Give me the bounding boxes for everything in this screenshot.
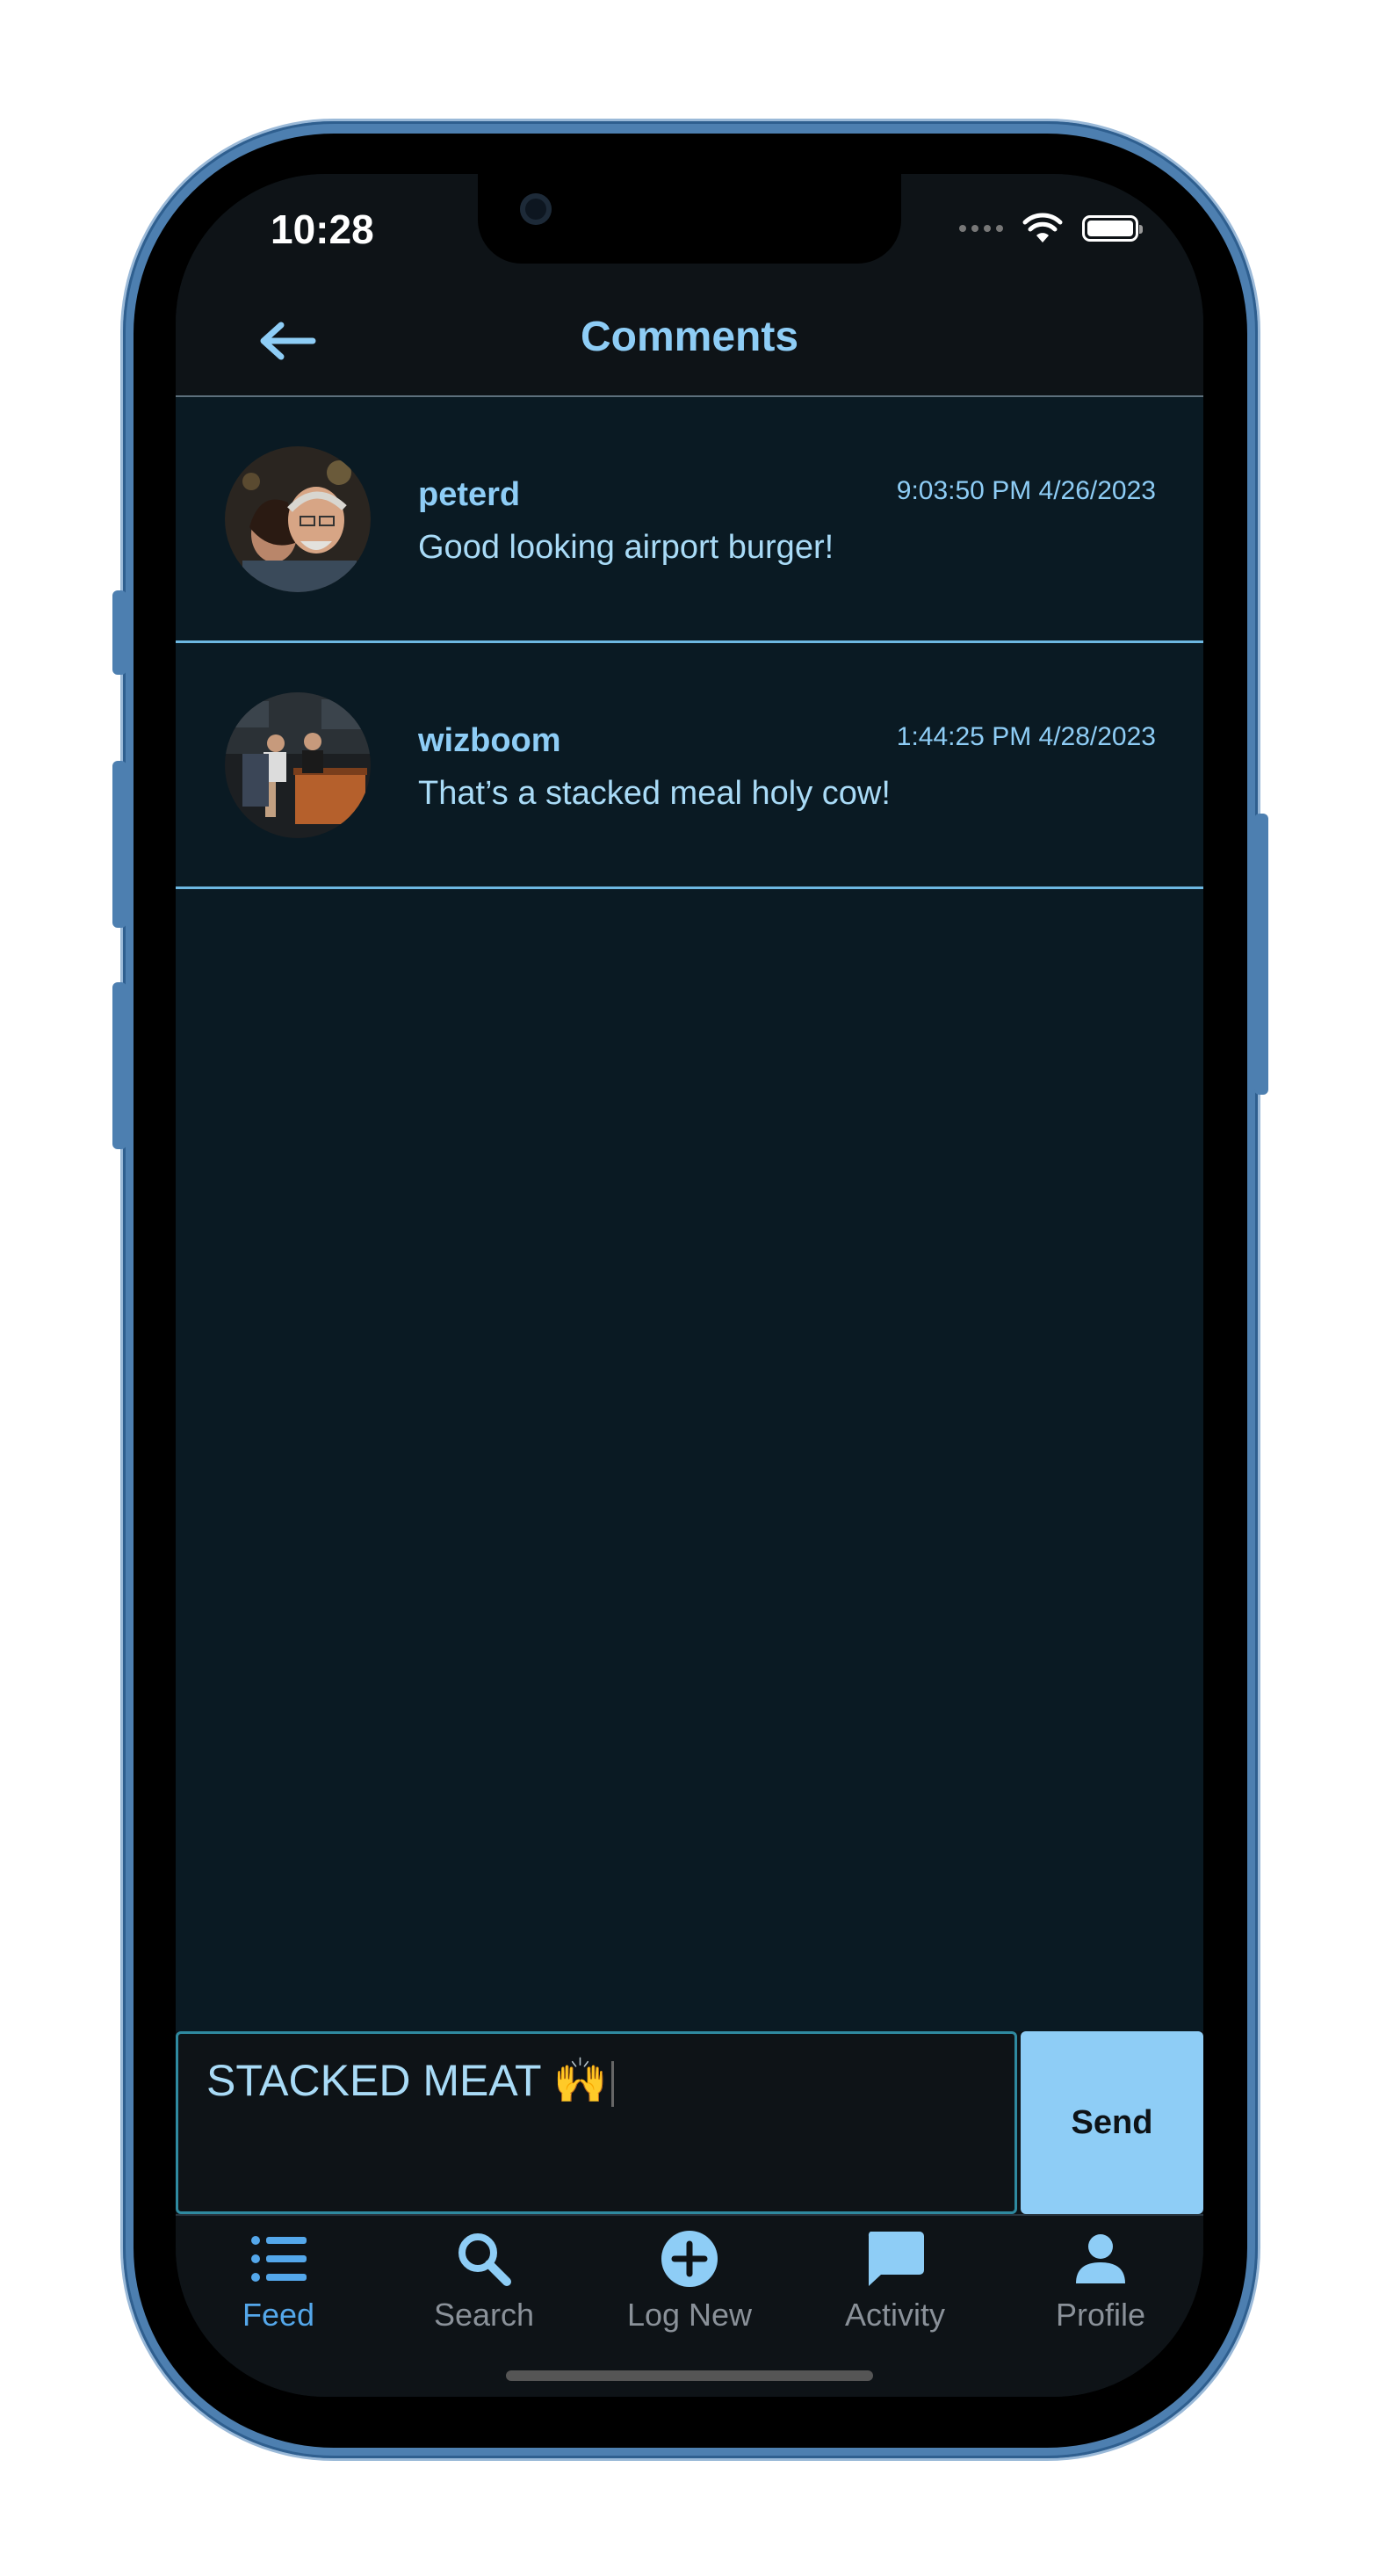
battery-icon <box>1082 215 1143 242</box>
page-title: Comments <box>580 314 799 360</box>
comment-input-value: STACKED MEAT 🙌 <box>206 2056 608 2105</box>
chat-bubble-icon <box>864 2228 926 2290</box>
person-icon <box>1070 2228 1131 2290</box>
volume-down-button <box>112 982 126 1149</box>
comment-timestamp: 9:03:50 PM 4/26/2023 <box>896 476 1156 505</box>
comment-item[interactable]: wizboom 1:44:25 PM 4/28/2023 That’s a st… <box>176 643 1203 889</box>
comment-input[interactable]: STACKED MEAT 🙌 <box>176 2031 1017 2214</box>
tab-label: Activity <box>844 2297 945 2333</box>
comment-composer: STACKED MEAT 🙌 Send <box>176 2031 1203 2214</box>
send-button[interactable]: Send <box>1021 2031 1203 2214</box>
tab-feed[interactable]: Feed <box>176 2228 381 2360</box>
plus-circle-icon <box>659 2228 720 2290</box>
text-caret <box>610 2060 614 2107</box>
tab-label: Feed <box>242 2297 315 2333</box>
power-button <box>1254 814 1268 1095</box>
comment-text: That’s a stacked meal holy cow! <box>418 775 891 812</box>
tab-search[interactable]: Search <box>381 2228 587 2360</box>
comment-username[interactable]: wizboom <box>418 722 561 760</box>
tab-bar: Feed Search Log New Activity Profile <box>176 2214 1203 2397</box>
tab-label: Log New <box>626 2297 753 2333</box>
tab-profile[interactable]: Profile <box>998 2228 1203 2360</box>
camera-icon <box>520 193 552 225</box>
comment-username[interactable]: peterd <box>418 476 520 514</box>
tab-label: Profile <box>1055 2297 1146 2333</box>
app-screen: 10:28 Comments peterd 9:03:50 PM 4/26/20… <box>176 174 1203 2397</box>
list-icon <box>248 2228 309 2290</box>
home-indicator[interactable] <box>506 2370 873 2381</box>
avatar[interactable] <box>225 692 371 838</box>
wifi-icon <box>1022 213 1063 242</box>
avatar[interactable] <box>225 446 371 592</box>
comment-text: Good looking airport burger! <box>418 529 834 566</box>
tab-activity[interactable]: Activity <box>792 2228 998 2360</box>
search-icon <box>453 2228 515 2290</box>
tab-label: Search <box>433 2297 535 2333</box>
cellular-signal-icon <box>959 225 1003 232</box>
comment-list: peterd 9:03:50 PM 4/26/2023 Good looking… <box>176 397 1203 2031</box>
status-time: 10:28 <box>271 206 374 252</box>
status-icons <box>959 213 1143 244</box>
silent-switch <box>112 590 126 675</box>
notch <box>478 174 901 264</box>
comment-timestamp: 1:44:25 PM 4/28/2023 <box>896 722 1156 751</box>
comment-item[interactable]: peterd 9:03:50 PM 4/26/2023 Good looking… <box>176 397 1203 643</box>
volume-up-button <box>112 761 126 928</box>
tab-log-new[interactable]: Log New <box>587 2228 792 2360</box>
